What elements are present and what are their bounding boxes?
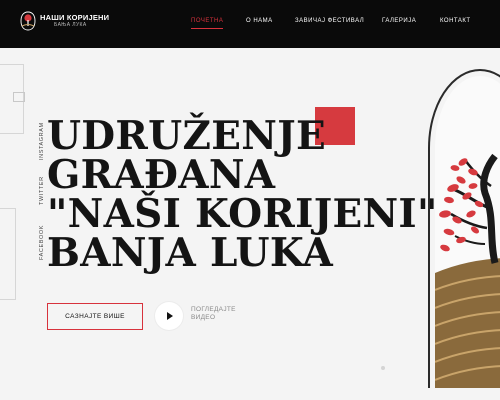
hero-title-line-2: GRAĐANA (47, 152, 276, 198)
social-facebook-link[interactable]: FACEBOOK (39, 225, 45, 260)
nav-item-gallery[interactable]: ГАЛЕРИЈА (382, 18, 416, 24)
main-menu: ПОЧЕТНА О НАМА ЗАВИЧАЈ ФЕСТИВАЛ ГАЛЕРИЈА… (0, 18, 500, 30)
hero-title: UDRUŽENJE GRAĐANA "NAŠI KORIJENI" BANJA … (47, 117, 438, 273)
top-navbar: НАШИ КОРИЈЕНИ БАЊА ЛУКА ПОЧЕТНА О НАМА З… (0, 0, 500, 48)
hero-title-line-4: BANJA LUKA (47, 230, 334, 276)
hero-title-line-3: "NAŠI KORIJENI" (47, 191, 438, 237)
watch-video-label-line-1: ПОГЛЕДАЈТЕ (191, 306, 236, 313)
play-icon (167, 312, 173, 320)
hero-title-line-1: UDRUŽENJE (47, 113, 326, 159)
decor-outline-small (13, 92, 25, 102)
decor-dot (381, 366, 385, 370)
play-video-button[interactable] (155, 302, 183, 330)
nav-item-festival[interactable]: ЗАВИЧАЈ ФЕСТИВАЛ (295, 18, 364, 24)
nav-item-about[interactable]: О НАМА (246, 18, 273, 24)
watch-video-link[interactable]: ПОГЛЕДАЈТЕ ВИДЕО (191, 306, 236, 323)
decor-outline-bottom (0, 208, 16, 300)
learn-more-button[interactable]: САЗНАЈТЕ ВИШЕ (47, 303, 143, 330)
nav-item-home[interactable]: ПОЧЕТНА (191, 18, 224, 29)
tree-illustration (428, 69, 500, 388)
social-twitter-link[interactable]: TWITTER (39, 176, 45, 205)
watch-video-label-line-2: ВИДЕО (191, 314, 216, 322)
nav-item-contact[interactable]: КОНТАКТ (440, 18, 471, 24)
social-instagram-link[interactable]: INSTAGRAM (39, 122, 45, 160)
